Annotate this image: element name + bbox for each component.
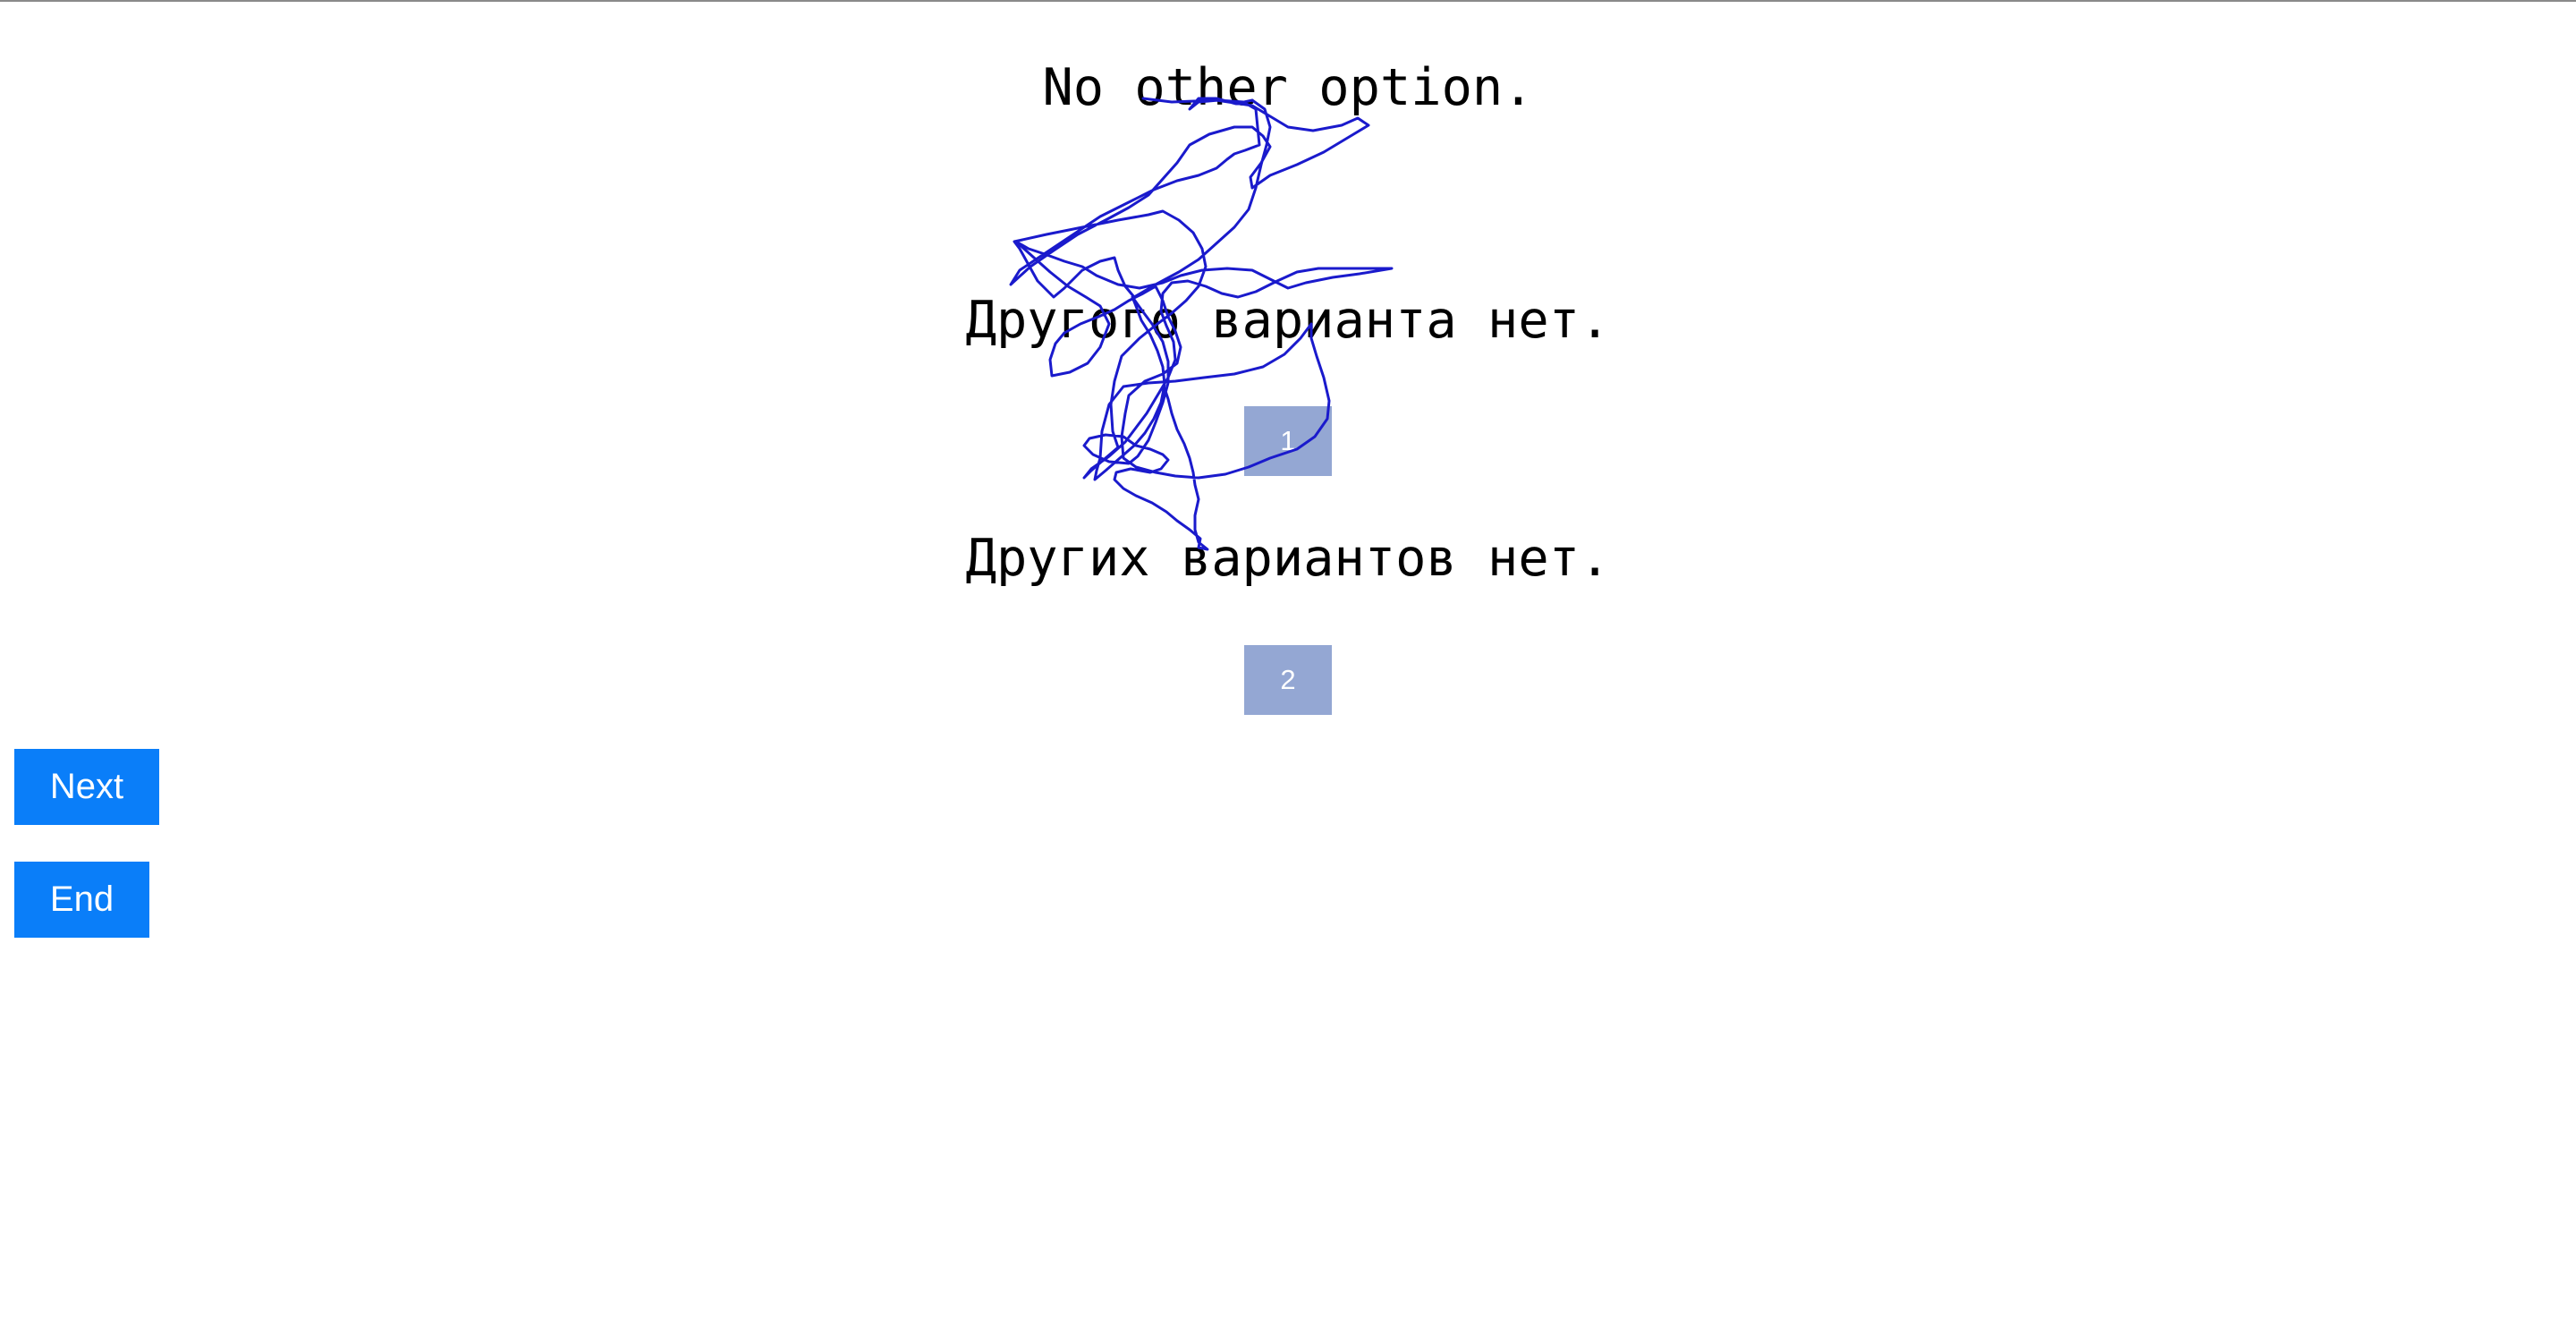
choice-2-button[interactable]: 2 — [1244, 645, 1332, 715]
page: No other option. Другого варианта нет. 1… — [0, 0, 2576, 1343]
next-button[interactable]: Next — [14, 749, 159, 825]
choice-1-button[interactable]: 1 — [1244, 406, 1332, 476]
end-button[interactable]: End — [14, 862, 149, 938]
option-1-sentence: Другого варианта нет. — [965, 291, 1611, 350]
option-2-sentence: Других вариантов нет. — [965, 529, 1611, 588]
source-sentence: No other option. — [1042, 58, 1534, 117]
